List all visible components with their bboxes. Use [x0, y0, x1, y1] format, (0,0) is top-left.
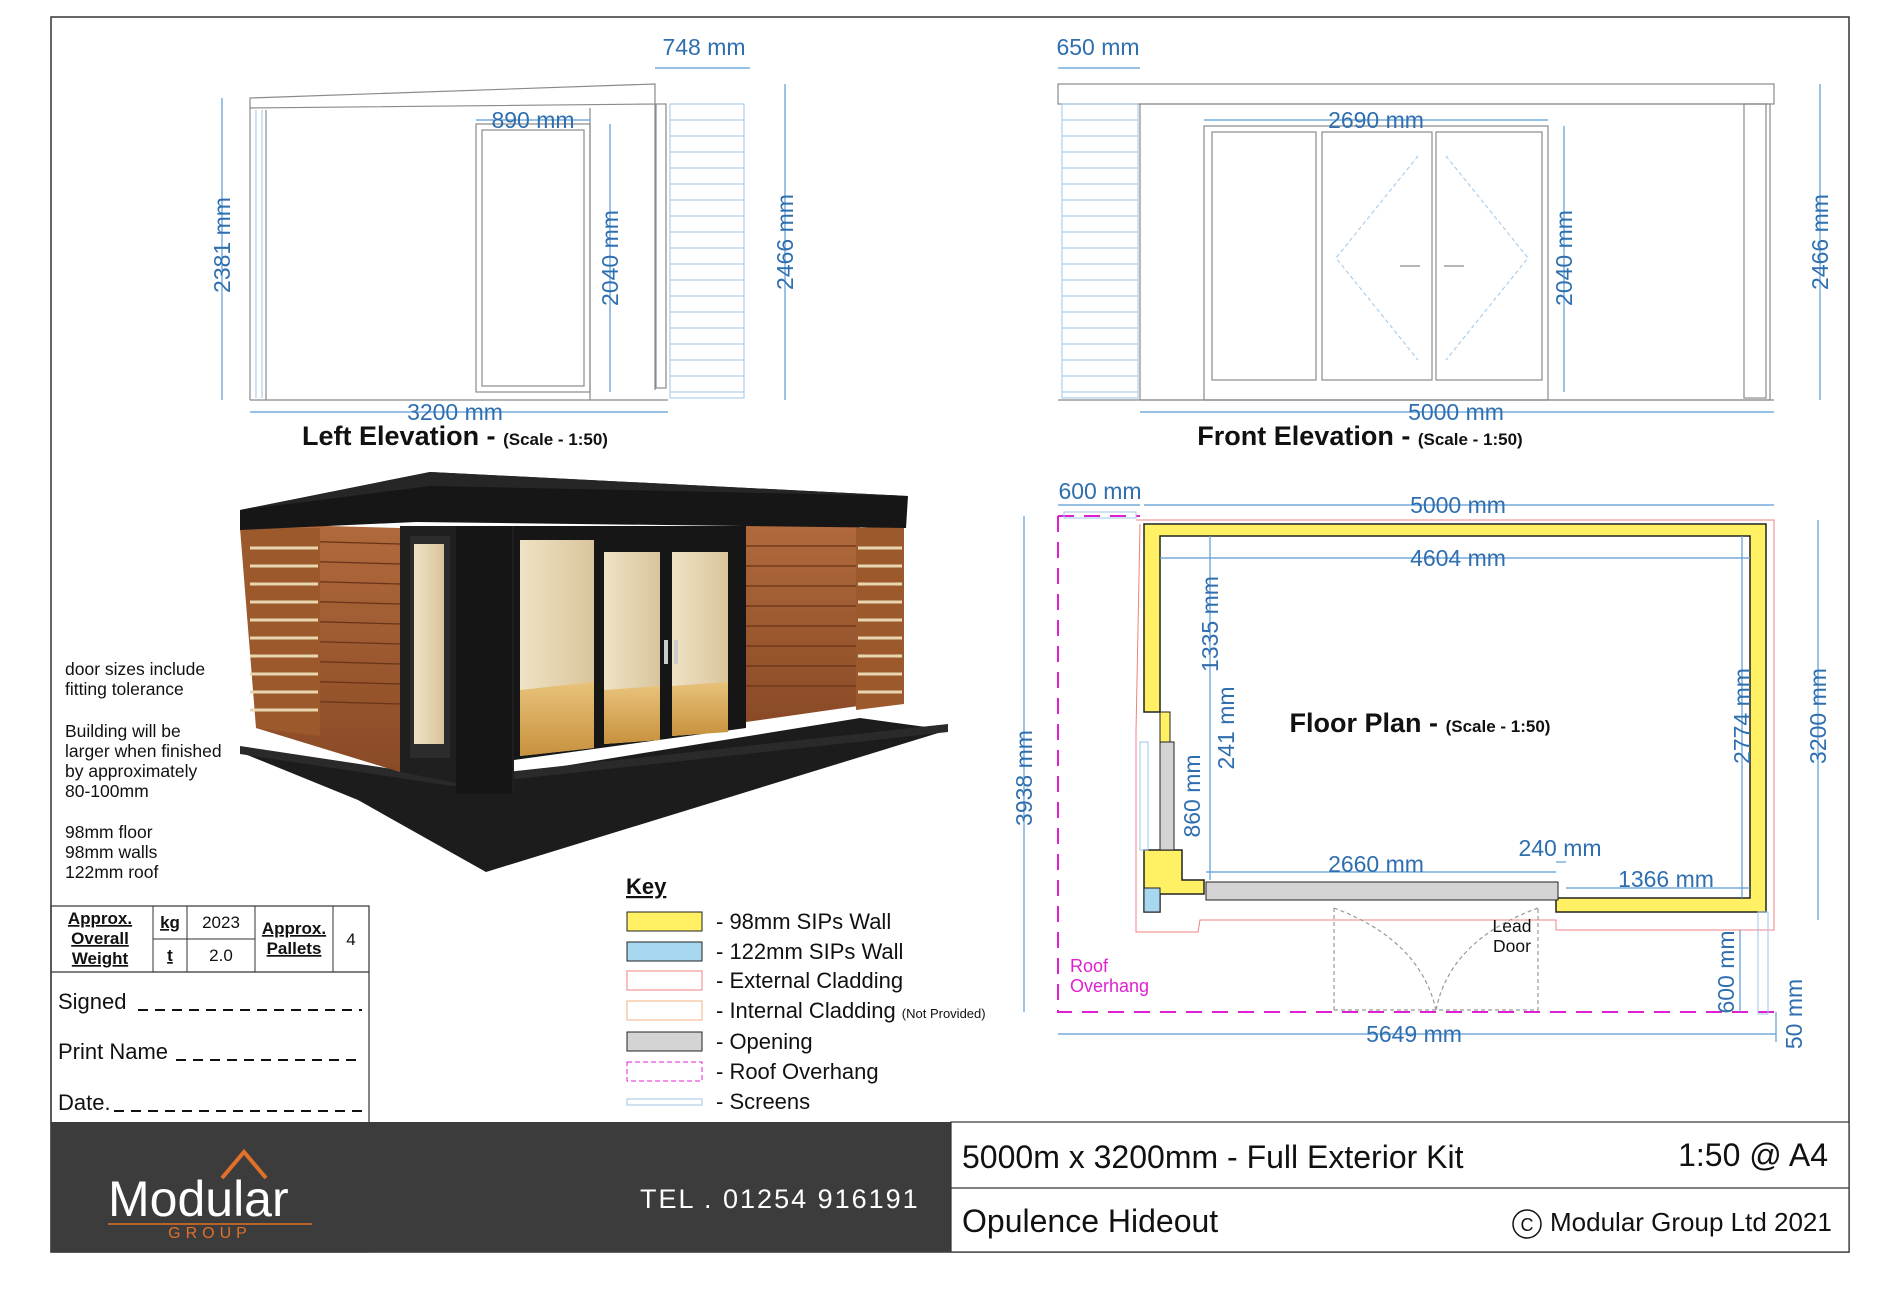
dim-4604: 4604 mm [1410, 545, 1506, 571]
value-kg: 2023 [202, 913, 240, 932]
key-swatch-98mm [626, 911, 703, 932]
note-line: 122mm roof [65, 862, 159, 882]
note-line: Building will be [65, 721, 181, 741]
dim-241: 241 mm [1213, 686, 1239, 769]
roof-overhang-label: Roof [1070, 956, 1109, 976]
front-elevation-title: Front Elevation - (Scale - 1:50) [1197, 421, 1522, 451]
dim-2466-left: 2466 mm [772, 194, 798, 290]
opening-front [1205, 881, 1559, 901]
dim-1335: 1335 mm [1197, 576, 1223, 672]
dim-5649: 5649 mm [1366, 1021, 1462, 1047]
floor-plan-title: Floor Plan - (Scale - 1:50) [1290, 708, 1551, 738]
pallets-label: Approx. [262, 919, 326, 938]
note-line: door sizes include [65, 659, 205, 679]
weight-label: Approx. [68, 909, 132, 928]
logo-subtext: GROUP [168, 1225, 252, 1242]
pallets-value: 4 [346, 930, 355, 949]
weight-label: Overall [71, 929, 129, 948]
key-label: - Screens [716, 1089, 810, 1114]
key-swatch-internal [626, 1000, 703, 1021]
print-name-label: Print Name [58, 1039, 168, 1064]
note-line: fitting tolerance [65, 679, 184, 699]
dim-600-side: 600 mm [1713, 930, 1739, 1013]
front-elevation: 650 mm 2690 mm 2040 mm 2466 mm 5000 mm F… [1056, 34, 1833, 451]
dim-5000-plan: 5000 mm [1410, 492, 1506, 518]
key-label: - Opening [716, 1029, 813, 1054]
key-swatch-screens [626, 1098, 703, 1106]
signed-label: Signed [58, 989, 127, 1014]
dim-2040-left: 2040 mm [597, 210, 623, 306]
dim-2690: 2690 mm [1328, 107, 1424, 133]
floor-plan: Lead Door Roof Overhang 600 mm 5000 mm 4… [1011, 478, 1831, 1049]
opening-side [1159, 741, 1175, 851]
dim-650: 650 mm [1056, 34, 1139, 60]
lead-door-label: Door [1493, 936, 1531, 956]
dim-600-top: 600 mm [1058, 478, 1141, 504]
left-elevation: 748 mm 890 mm 2381 mm 2040 mm 2466 mm 32… [209, 34, 798, 451]
weight-label: Weight [72, 949, 129, 968]
lead-door-label: Lead [1493, 916, 1532, 936]
key-label: - 98mm SIPs Wall [716, 909, 891, 934]
note-line: larger when finished [65, 741, 222, 761]
building-render [240, 472, 948, 872]
left-elevation-title: Left Elevation - (Scale - 1:50) [302, 421, 608, 451]
key-label: - External Cladding [716, 968, 903, 993]
dim-2774: 2774 mm [1729, 668, 1755, 764]
product-title: 5000m x 3200mm - Full Exterior Kit [962, 1139, 1464, 1175]
key-swatch-overhang [626, 1061, 703, 1082]
side-screen-slats [669, 103, 745, 399]
dim-3200-plan: 3200 mm [1805, 668, 1831, 764]
note-line: by approximately [65, 761, 198, 781]
dim-1366: 1366 mm [1618, 866, 1714, 892]
legend-key: Key - 98mm SIPs Wall - 122mm SIPs Wall -… [626, 874, 986, 1114]
note-line: 98mm floor [65, 822, 153, 842]
key-swatch-122mm [626, 941, 703, 962]
dim-2466-front: 2466 mm [1807, 194, 1833, 290]
dim-5000-front: 5000 mm [1408, 399, 1504, 425]
logo-text: Modular [108, 1171, 289, 1227]
scale-label: 1:50 @ A4 [1678, 1137, 1828, 1173]
dim-50: 50 mm [1781, 979, 1807, 1049]
copyright-symbol: C [1521, 1215, 1534, 1235]
dim-2040-front: 2040 mm [1551, 210, 1577, 306]
key-label: - Internal Cladding (Not Provided) [716, 998, 986, 1023]
dim-3938: 3938 mm [1011, 730, 1037, 826]
note-line: 80-100mm [65, 781, 149, 801]
notes: door sizes include fitting tolerance Bui… [65, 659, 222, 882]
key-swatch-external [626, 970, 703, 991]
key-label: - 122mm SIPs Wall [716, 939, 903, 964]
date-label: Date. [58, 1090, 111, 1115]
title-block: Modular GROUP TEL . 01254 916191 5000m x… [51, 1121, 1850, 1253]
value-t: 2.0 [209, 946, 233, 965]
dim-860: 860 mm [1179, 754, 1205, 837]
unit-t: t [167, 946, 173, 965]
pallets-label: Pallets [267, 939, 322, 958]
roof-overhang-label: Overhang [1070, 976, 1149, 996]
dim-240: 240 mm [1518, 835, 1601, 861]
key-label: - Roof Overhang [716, 1059, 879, 1084]
dim-748: 748 mm [662, 34, 745, 60]
key-swatch-opening [626, 1031, 703, 1052]
front-screen-slats [1061, 103, 1139, 399]
telephone: TEL . 01254 916191 [640, 1184, 920, 1214]
dim-2381: 2381 mm [209, 197, 235, 293]
project-name: Opulence Hideout [962, 1203, 1218, 1239]
signature-block: Signed Print Name Date. [58, 989, 362, 1115]
dim-2660: 2660 mm [1328, 851, 1424, 877]
key-title: Key [626, 874, 667, 899]
drawing-sheet: 748 mm 890 mm 2381 mm 2040 mm 2466 mm 32… [50, 16, 1850, 1253]
unit-kg: kg [160, 913, 180, 932]
dim-890: 890 mm [491, 107, 574, 133]
copyright-text: Modular Group Ltd 2021 [1550, 1207, 1832, 1237]
note-line: 98mm walls [65, 842, 158, 862]
sips-122mm-wall [1143, 887, 1161, 913]
